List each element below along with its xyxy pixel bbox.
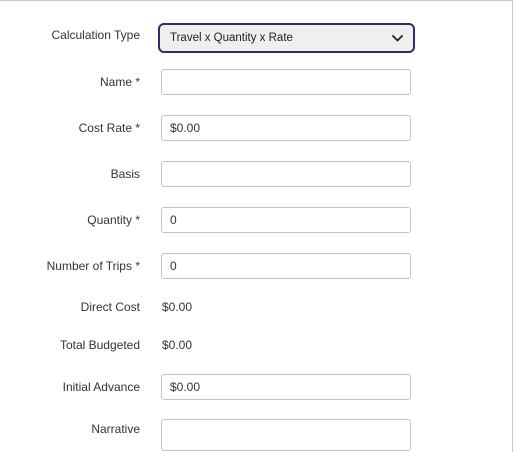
narrative-label: Narrative: [91, 422, 140, 436]
budget-line-form: Calculation Type Travel x Quantity x Rat…: [0, 0, 513, 452]
name-label: Name *: [99, 75, 140, 89]
basis-input[interactable]: [161, 161, 411, 187]
cost-rate-label: Cost Rate *: [78, 121, 140, 135]
total-budgeted-label: Total Budgeted: [59, 338, 140, 352]
total-budgeted-value: $0.00: [162, 338, 193, 352]
cost-rate-input[interactable]: [161, 115, 411, 141]
basis-label: Basis: [110, 167, 140, 181]
calculation-type-select[interactable]: Travel x Quantity x Rate: [158, 23, 415, 53]
initial-advance-label: Initial Advance: [62, 380, 140, 394]
chevron-down-icon: [391, 32, 403, 44]
name-input[interactable]: [161, 69, 411, 95]
number-of-trips-input[interactable]: [161, 253, 411, 279]
direct-cost-label: Direct Cost: [80, 300, 140, 314]
narrative-textarea[interactable]: [161, 419, 411, 451]
number-of-trips-label: Number of Trips *: [46, 259, 140, 273]
calculation-type-label: Calculation Type: [51, 28, 141, 42]
quantity-label: Quantity *: [87, 213, 140, 227]
direct-cost-value: $0.00: [162, 300, 193, 314]
calculation-type-value: Travel x Quantity x Rate: [170, 32, 293, 44]
initial-advance-input[interactable]: [161, 374, 411, 400]
quantity-input[interactable]: [161, 207, 411, 233]
